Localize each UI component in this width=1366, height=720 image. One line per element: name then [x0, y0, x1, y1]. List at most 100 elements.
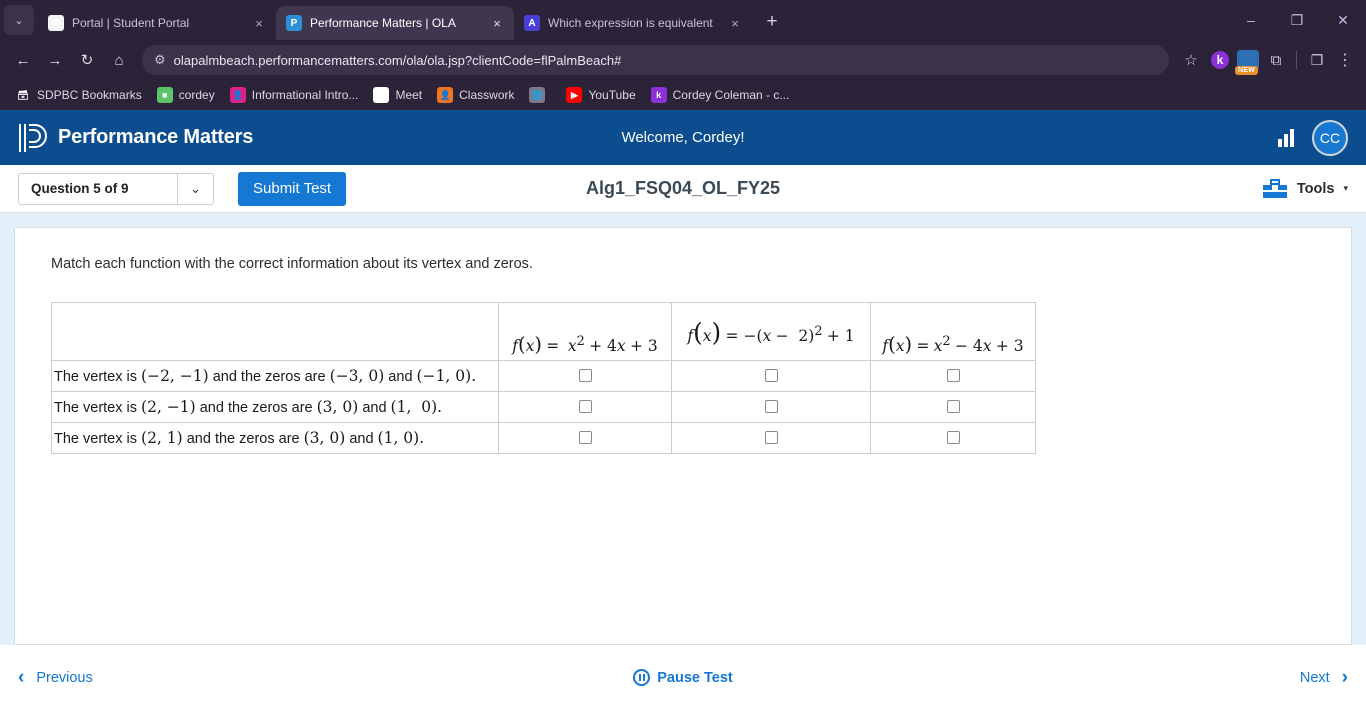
- toolbox-icon: [1262, 178, 1287, 198]
- person-pink-icon: 👤: [229, 87, 246, 103]
- next-label: Next: [1299, 669, 1330, 686]
- bookmark-label: Classwork: [459, 88, 515, 102]
- cell-r2c3[interactable]: [870, 391, 1036, 423]
- youtube-icon: ▶: [566, 87, 583, 103]
- cell-r2c2[interactable]: [671, 391, 871, 423]
- extensions-button[interactable]: ⧉: [1263, 47, 1289, 73]
- checkbox-r1c3[interactable]: [946, 369, 960, 383]
- tab-search-button[interactable]: ⌄: [4, 5, 34, 35]
- tools-button[interactable]: Tools ▾: [1262, 178, 1348, 199]
- bookmark-label: Cordey Coleman - c...: [672, 88, 790, 102]
- toolbar-divider: [1296, 51, 1297, 69]
- pause-circle-icon: [633, 669, 651, 686]
- test-toolbar: Question 5 of 9 ⌄ Submit Test Alg1_FSQ04…: [0, 165, 1366, 213]
- bookmark-label: SDPBC Bookmarks: [37, 88, 142, 102]
- content-area: Match each function with the correct inf…: [0, 213, 1366, 645]
- address-bar-url: olapalmbeach.performancematters.com/ola/…: [173, 52, 622, 68]
- chrome-menu-button[interactable]: ⋮: [1332, 47, 1358, 73]
- question-prompt: Match each function with the correct inf…: [51, 256, 533, 272]
- checkbox-r1c2[interactable]: [764, 369, 778, 383]
- pause-label: Pause Test: [657, 669, 733, 686]
- browser-tab-performance-matters[interactable]: P Performance Matters | OLA ×: [276, 6, 514, 40]
- checkbox-r2c1[interactable]: [578, 400, 592, 414]
- arrow-right-icon: →: [47, 51, 63, 69]
- star-icon: ☆: [1184, 52, 1198, 69]
- minimize-button[interactable]: –: [1228, 0, 1274, 40]
- chevron-left-icon: ‹: [18, 666, 25, 688]
- browser-tab-ixl[interactable]: A Which expression is equivalent ×: [514, 6, 752, 40]
- row-label-2: The vertex is (2, −1) and the zeros are …: [51, 391, 499, 423]
- table-corner-header: [51, 302, 499, 361]
- forward-button[interactable]: →: [40, 45, 70, 75]
- bookmark-youtube[interactable]: ▶ YouTube: [560, 84, 641, 106]
- pause-test-button[interactable]: Pause Test: [608, 669, 758, 686]
- question-select-value: Question 5 of 9: [31, 181, 129, 196]
- brand-logo[interactable]: Performance Matters: [18, 122, 253, 154]
- cell-r3c1[interactable]: [498, 422, 672, 454]
- matching-table: f(x) = x2 + 4x + 3 f(x) = −(x − 2)2 + 1 …: [51, 302, 1036, 454]
- bookmark-label: Informational Intro...: [251, 88, 359, 102]
- bookmark-cordey-coleman[interactable]: k Cordey Coleman - c...: [645, 84, 796, 106]
- address-bar[interactable]: ⚙ olapalmbeach.performancematters.com/ol…: [142, 45, 1169, 75]
- next-button[interactable]: Next ›: [1300, 667, 1348, 689]
- checkbox-r1c1[interactable]: [578, 369, 592, 383]
- home-button[interactable]: ⌂: [104, 45, 134, 75]
- browser-tab-portal[interactable]: ◉ Portal | Student Portal ×: [38, 6, 276, 40]
- minimize-icon: –: [1247, 12, 1255, 28]
- cell-r1c2[interactable]: [671, 360, 871, 392]
- bookmark-classwork[interactable]: 👤 Classwork: [431, 84, 520, 106]
- new-extension-button[interactable]: [1235, 47, 1261, 75]
- question-select[interactable]: Question 5 of 9 ⌄: [18, 172, 214, 205]
- maximize-button[interactable]: ❐: [1274, 0, 1320, 40]
- cell-r2c1[interactable]: [498, 391, 672, 423]
- cast-button[interactable]: ❐: [1304, 47, 1330, 73]
- checkbox-r3c1[interactable]: [578, 431, 592, 445]
- maximize-icon: ❐: [1290, 11, 1304, 28]
- brand-name: Performance Matters: [58, 126, 254, 148]
- performance-matters-logo: [19, 123, 47, 152]
- chevron-down-icon: ⌄: [177, 173, 213, 204]
- function-expression-3: f(x) = x2 − 4x + 3: [882, 333, 1024, 356]
- close-window-button[interactable]: ✕: [1320, 0, 1366, 40]
- table-row: The vertex is (2, 1) and the zeros are (…: [51, 422, 1036, 454]
- previous-button[interactable]: ‹ Previous: [18, 667, 93, 689]
- bookmark-star-button[interactable]: ☆: [1177, 46, 1205, 74]
- checkbox-r2c2[interactable]: [764, 400, 778, 414]
- submit-test-button[interactable]: Submit Test: [238, 171, 347, 206]
- close-icon[interactable]: ×: [250, 14, 268, 32]
- plus-icon: +: [766, 11, 778, 32]
- cell-r3c2[interactable]: [671, 422, 871, 454]
- new-tab-button[interactable]: +: [758, 8, 786, 36]
- chevron-right-icon: ›: [1341, 666, 1348, 688]
- bookmark-globe[interactable]: 🌐: [523, 84, 557, 106]
- back-button[interactable]: ←: [8, 45, 38, 75]
- reload-button[interactable]: ↻: [72, 45, 102, 75]
- tune-icon[interactable]: ⚙: [154, 52, 166, 68]
- bar-chart-icon[interactable]: [1278, 128, 1294, 147]
- bookmark-informational-intro[interactable]: 👤 Informational Intro...: [224, 84, 365, 106]
- app-header: Performance Matters Welcome, Cordey! CC: [0, 110, 1366, 165]
- cube-icon: ■: [156, 87, 173, 103]
- kami-icon: k: [650, 87, 667, 103]
- header-actions: CC: [1278, 119, 1348, 156]
- close-icon[interactable]: ×: [726, 14, 744, 32]
- cell-r3c3[interactable]: [870, 422, 1036, 454]
- tab-title: Portal | Student Portal: [72, 16, 190, 30]
- caret-down-icon: ▾: [1343, 183, 1348, 193]
- bookmark-sdpbc[interactable]: 🗃 SDPBC Bookmarks: [9, 84, 148, 106]
- bookmark-label: YouTube: [588, 88, 636, 102]
- checkbox-r3c3[interactable]: [946, 431, 960, 445]
- kami-extension-button[interactable]: k: [1207, 47, 1233, 73]
- checkbox-r3c2[interactable]: [764, 431, 778, 445]
- checkbox-r2c3[interactable]: [946, 400, 960, 414]
- bookmark-cordey[interactable]: ■ cordey: [151, 84, 221, 106]
- arrow-left-icon: ←: [15, 51, 31, 69]
- cell-r1c1[interactable]: [498, 360, 672, 392]
- browser-nav-bar: ← → ↻ ⌂ ⚙ olapalmbeach.performancematter…: [0, 40, 1366, 80]
- table-column-header-3: f(x) = x2 − 4x + 3: [870, 302, 1036, 361]
- avatar[interactable]: CC: [1312, 119, 1348, 156]
- close-icon[interactable]: ×: [488, 14, 506, 32]
- chevron-down-icon: ⌄: [14, 14, 24, 27]
- bookmark-meet[interactable]: ▶ Meet: [367, 84, 428, 106]
- cell-r1c3[interactable]: [870, 360, 1036, 392]
